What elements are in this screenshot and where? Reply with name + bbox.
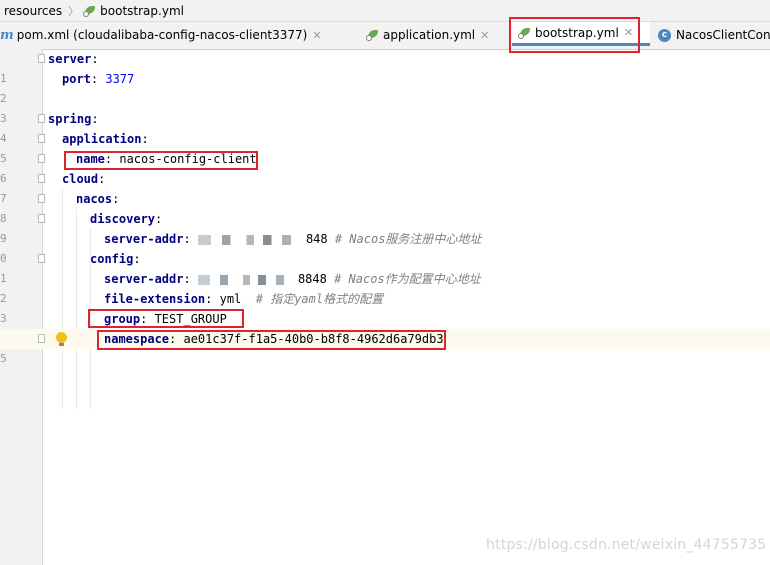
code-line: 2 port: 3377 xyxy=(0,72,135,105)
code-line: 0 server-addr: 848 # Nacos服务注册中心地址 xyxy=(0,232,482,265)
breadcrumb-separator-icon: 〉 xyxy=(68,4,80,18)
yaml-value: yml xyxy=(219,292,242,306)
code-line: 4 spring: xyxy=(0,112,99,145)
redacted-ip xyxy=(197,274,298,285)
highlight-box-namespace xyxy=(97,330,446,350)
fold-icon[interactable] xyxy=(38,254,45,263)
tab-label: NacosClientCon xyxy=(676,28,770,42)
code-line: 1 config: xyxy=(0,252,141,285)
fold-icon[interactable] xyxy=(38,134,45,143)
fold-icon[interactable] xyxy=(38,334,45,343)
code-line: 5 application: xyxy=(0,132,149,165)
tab-label: application.yml xyxy=(383,28,476,42)
code-editor[interactable]: 1 server: 2 port: 3377 3 4 spring: 5 app… xyxy=(0,49,770,565)
yaml-file-icon xyxy=(366,29,380,41)
breadcrumb-bootstrap-yml[interactable]: bootstrap.yml xyxy=(100,4,184,18)
yaml-comment: # Nacos作为配置中心地址 xyxy=(334,272,481,286)
editor-tab-bar: m pom.xml (cloudalibaba-config-nacos-cli… xyxy=(0,22,770,50)
breadcrumb-resources[interactable]: resources xyxy=(0,4,62,18)
breadcrumb: resources 〉 bootstrap.yml xyxy=(0,0,770,22)
tab-pom-xml[interactable]: m pom.xml (cloudalibaba-config-nacos-cli… xyxy=(0,22,322,48)
yaml-value: 8848 xyxy=(297,272,327,286)
yaml-key: file-extension xyxy=(104,292,206,306)
code-line: 8 nacos: xyxy=(0,192,120,225)
code-line: 9 discovery: xyxy=(0,212,163,245)
yaml-file-icon xyxy=(83,5,97,17)
yaml-key: server xyxy=(48,52,92,66)
yaml-key: cloud xyxy=(62,172,99,186)
code-line: 3 xyxy=(0,112,7,125)
yaml-value: 3377 xyxy=(105,72,135,86)
yaml-key: config xyxy=(90,252,134,266)
code-line: 2 server-addr: 8848 # Nacos作为配置中心地址 xyxy=(0,272,481,305)
fold-icon[interactable] xyxy=(38,174,45,183)
yaml-key: spring xyxy=(48,112,92,126)
yaml-comment: # Nacos服务注册中心地址 xyxy=(334,232,482,246)
tab-label: pom.xml (cloudalibaba-config-nacos-clien… xyxy=(16,28,308,42)
yaml-key: server-addr xyxy=(104,232,184,246)
code-line: 1 server: xyxy=(0,52,99,85)
yaml-key: nacos xyxy=(76,192,113,206)
code-line: 7 cloud: xyxy=(0,172,106,205)
fold-icon[interactable] xyxy=(38,114,45,123)
tab-nacos-client-controller[interactable]: c NacosClientCon xyxy=(658,22,770,48)
tab-application-yml[interactable]: application.yml ✕ xyxy=(366,22,489,48)
yaml-key: port xyxy=(62,72,91,86)
code-line: 3 file-extension: yml # 指定yaml格式的配置 xyxy=(0,292,384,325)
watermark: https://blog.csdn.net/weixin_44755735 xyxy=(486,537,767,553)
yaml-value: 848 xyxy=(305,232,328,246)
yaml-comment: # 指定yaml格式的配置 xyxy=(255,292,384,306)
highlight-box-name xyxy=(64,151,258,170)
yaml-key: server-addr xyxy=(104,272,184,286)
fold-icon[interactable] xyxy=(38,154,45,163)
yaml-key: discovery xyxy=(90,212,156,226)
fold-icon[interactable] xyxy=(38,194,45,203)
fold-icon[interactable] xyxy=(38,214,45,223)
maven-icon: m xyxy=(0,27,14,43)
fold-icon[interactable] xyxy=(38,54,45,63)
highlight-box-tab xyxy=(509,17,640,53)
highlight-box-group xyxy=(88,309,244,328)
class-icon: c xyxy=(658,28,671,42)
yaml-key: application xyxy=(62,132,142,146)
close-icon[interactable]: ✕ xyxy=(480,29,489,42)
close-icon[interactable]: ✕ xyxy=(312,29,321,42)
lightbulb-icon[interactable] xyxy=(56,332,67,346)
redacted-ip xyxy=(197,234,306,245)
